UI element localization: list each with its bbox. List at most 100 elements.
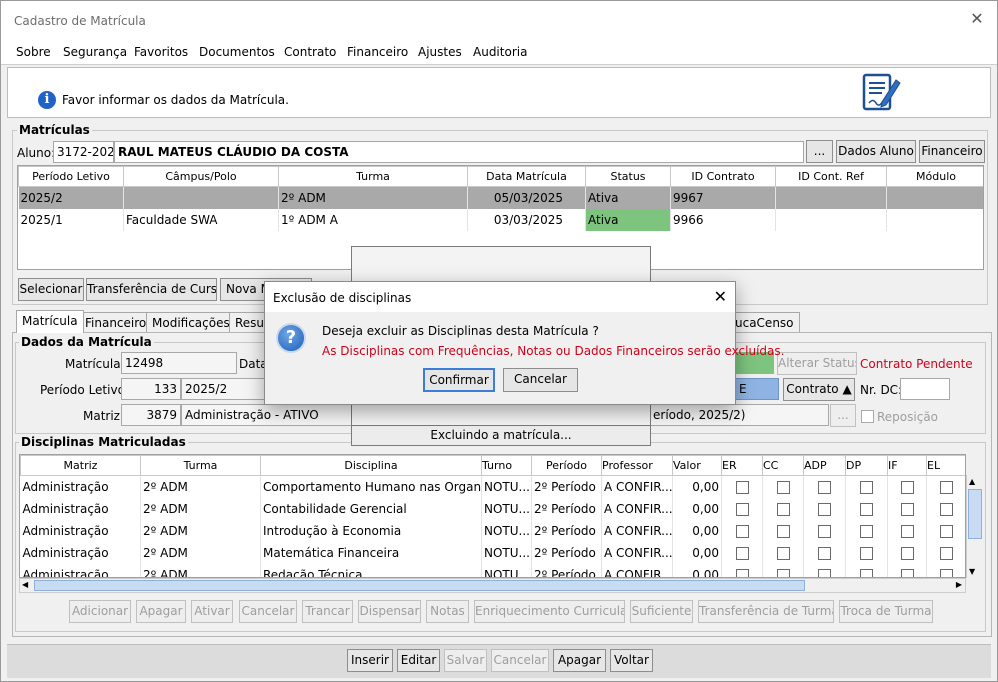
cc-checkbox[interactable] <box>776 568 790 577</box>
er-checkbox[interactable] <box>735 480 749 494</box>
reposicao-checkbox[interactable] <box>861 410 874 423</box>
col-if[interactable]: IF <box>887 455 927 476</box>
matricula-field[interactable]: 12498 <box>121 352 237 374</box>
dados-aluno-button[interactable]: Dados Aluno <box>836 140 916 163</box>
periodo-field[interactable]: 2025/2 <box>181 378 266 400</box>
salvar-button[interactable]: Salvar <box>444 649 487 672</box>
if-checkbox[interactable] <box>900 502 914 516</box>
financeiro-button[interactable]: Financeiro <box>919 140 985 163</box>
matriz-search-button[interactable]: ... <box>830 404 856 427</box>
table-row[interactable]: 2025/2 2º ADM 05/03/2025 Ativa 9967 <box>18 186 983 209</box>
close-icon[interactable]: ✕ <box>967 9 987 28</box>
apagar-button[interactable]: Apagar <box>553 649 606 672</box>
col-er[interactable]: ER <box>721 455 763 476</box>
col-turma[interactable]: Turma <box>278 166 468 187</box>
col-disciplina[interactable]: Disciplina <box>260 455 482 476</box>
dp-checkbox[interactable] <box>860 480 873 494</box>
dialog-cancelar-button[interactable]: Cancelar <box>503 368 578 392</box>
if-checkbox[interactable] <box>900 568 914 577</box>
cancelar-button[interactable]: Cancelar <box>491 649 549 672</box>
cancelar-disciplina-button[interactable]: Cancelar <box>239 600 297 623</box>
troca-turma-button[interactable]: Troca de Turma <box>839 600 933 623</box>
horizontal-scrollbar[interactable]: ◀ ▶ <box>19 578 966 593</box>
dp-checkbox[interactable] <box>860 524 873 538</box>
col-campus[interactable]: Câmpus/Polo <box>123 166 279 187</box>
col-periodo[interactable]: Período <box>531 455 602 476</box>
vertical-scrollbar[interactable]: ▲ ▼ <box>966 475 983 578</box>
hscroll-thumb[interactable] <box>34 580 805 591</box>
transferencia-turma-button[interactable]: Transferência de Turma <box>698 600 834 623</box>
aluno-name-field[interactable]: RAUL MATEUS CLÁUDIO DA COSTA <box>114 141 804 163</box>
el-checkbox[interactable] <box>939 546 953 560</box>
aluno-code-field[interactable]: 3172-2024 <box>53 141 114 163</box>
er-checkbox[interactable] <box>735 524 749 538</box>
menu-sobre[interactable]: Sobre <box>16 45 51 59</box>
notas-button[interactable]: Notas <box>426 600 469 623</box>
cc-checkbox[interactable] <box>776 480 790 494</box>
dp-checkbox[interactable] <box>860 568 873 577</box>
col-contrato[interactable]: ID Contrato <box>670 166 776 187</box>
adp-checkbox[interactable] <box>818 524 831 538</box>
if-checkbox[interactable] <box>900 480 914 494</box>
apagar-disciplina-button[interactable]: Apagar <box>136 600 186 623</box>
periodo-code-field[interactable]: 133 <box>121 378 181 400</box>
menu-auditoria[interactable]: Auditoria <box>473 45 527 59</box>
col-el[interactable]: EL <box>926 455 965 476</box>
if-checkbox[interactable] <box>900 546 914 560</box>
el-checkbox[interactable] <box>939 480 953 494</box>
table-row[interactable]: Administração 2º ADM Comportamento Human… <box>20 475 965 498</box>
table-row[interactable]: Administração 2º ADM Matemática Financei… <box>20 541 965 564</box>
scroll-left-icon[interactable]: ◀ <box>22 580 28 589</box>
el-checkbox[interactable] <box>939 502 953 516</box>
col-turma[interactable]: Turma <box>140 455 261 476</box>
cc-checkbox[interactable] <box>776 524 790 538</box>
menu-financeiro[interactable]: Financeiro <box>347 45 408 59</box>
alterar-status-button[interactable]: Alterar Status <box>777 352 857 375</box>
er-checkbox[interactable] <box>735 546 749 560</box>
matriz-code-field[interactable]: 3879 <box>121 404 181 426</box>
col-modulo[interactable]: Módulo <box>886 166 983 187</box>
col-professor[interactable]: Professor <box>601 455 673 476</box>
col-valor[interactable]: Valor <box>672 455 722 476</box>
menu-documentos[interactable]: Documentos <box>199 45 275 59</box>
tab-financeiro[interactable]: Financeiro <box>79 312 153 332</box>
table-row[interactable]: Administração 2º ADM Introdução à Econom… <box>20 519 965 542</box>
tab-educacenso[interactable]: ucaCenso <box>729 312 800 332</box>
menu-ajustes[interactable]: Ajustes <box>418 45 462 59</box>
enriquecimento-button[interactable]: Enriquecimento Curricular <box>474 600 625 623</box>
trancar-button[interactable]: Trancar <box>302 600 353 623</box>
tab-modificacoes[interactable]: Modificações <box>146 312 236 332</box>
col-status[interactable]: Status <box>585 166 671 187</box>
table-row[interactable]: Administração 2º ADM Redação Técnica NOT… <box>20 563 965 577</box>
suficiente-button[interactable]: Suficiente <box>630 600 693 623</box>
adp-checkbox[interactable] <box>818 480 831 494</box>
matriz-field[interactable]: Administração - ATIVO <box>181 404 356 426</box>
adicionar-button[interactable]: Adicionar <box>69 600 131 623</box>
adp-checkbox[interactable] <box>818 546 831 560</box>
el-checkbox[interactable] <box>939 568 953 577</box>
er-checkbox[interactable] <box>735 568 749 577</box>
dp-checkbox[interactable] <box>860 502 873 516</box>
menu-favoritos[interactable]: Favoritos <box>134 45 188 59</box>
col-ref[interactable]: ID Cont. Ref <box>775 166 887 187</box>
menu-contrato[interactable]: Contrato <box>284 45 336 59</box>
voltar-button[interactable]: Voltar <box>610 649 653 672</box>
table-row[interactable]: Administração 2º ADM Contabilidade Geren… <box>20 497 965 520</box>
dp-checkbox[interactable] <box>860 546 873 560</box>
cc-checkbox[interactable] <box>776 546 790 560</box>
col-dp[interactable]: DP <box>845 455 888 476</box>
col-turno[interactable]: Turno <box>481 455 532 476</box>
inserir-button[interactable]: Inserir <box>347 649 393 672</box>
tab-matricula[interactable]: Matrícula <box>16 310 84 333</box>
menu-seguranca[interactable]: Segurança <box>63 45 127 59</box>
scroll-thumb[interactable] <box>968 489 982 539</box>
aluno-search-button[interactable]: ... <box>806 140 833 163</box>
col-cc[interactable]: CC <box>762 455 804 476</box>
col-matriz[interactable]: Matriz <box>20 455 141 476</box>
col-data[interactable]: Data Matrícula <box>467 166 586 187</box>
editar-button[interactable]: Editar <box>397 649 440 672</box>
adp-checkbox[interactable] <box>818 568 831 577</box>
er-checkbox[interactable] <box>735 502 749 516</box>
dialog-close-icon[interactable]: ✕ <box>714 287 727 306</box>
nr-dc-field[interactable] <box>900 378 950 400</box>
